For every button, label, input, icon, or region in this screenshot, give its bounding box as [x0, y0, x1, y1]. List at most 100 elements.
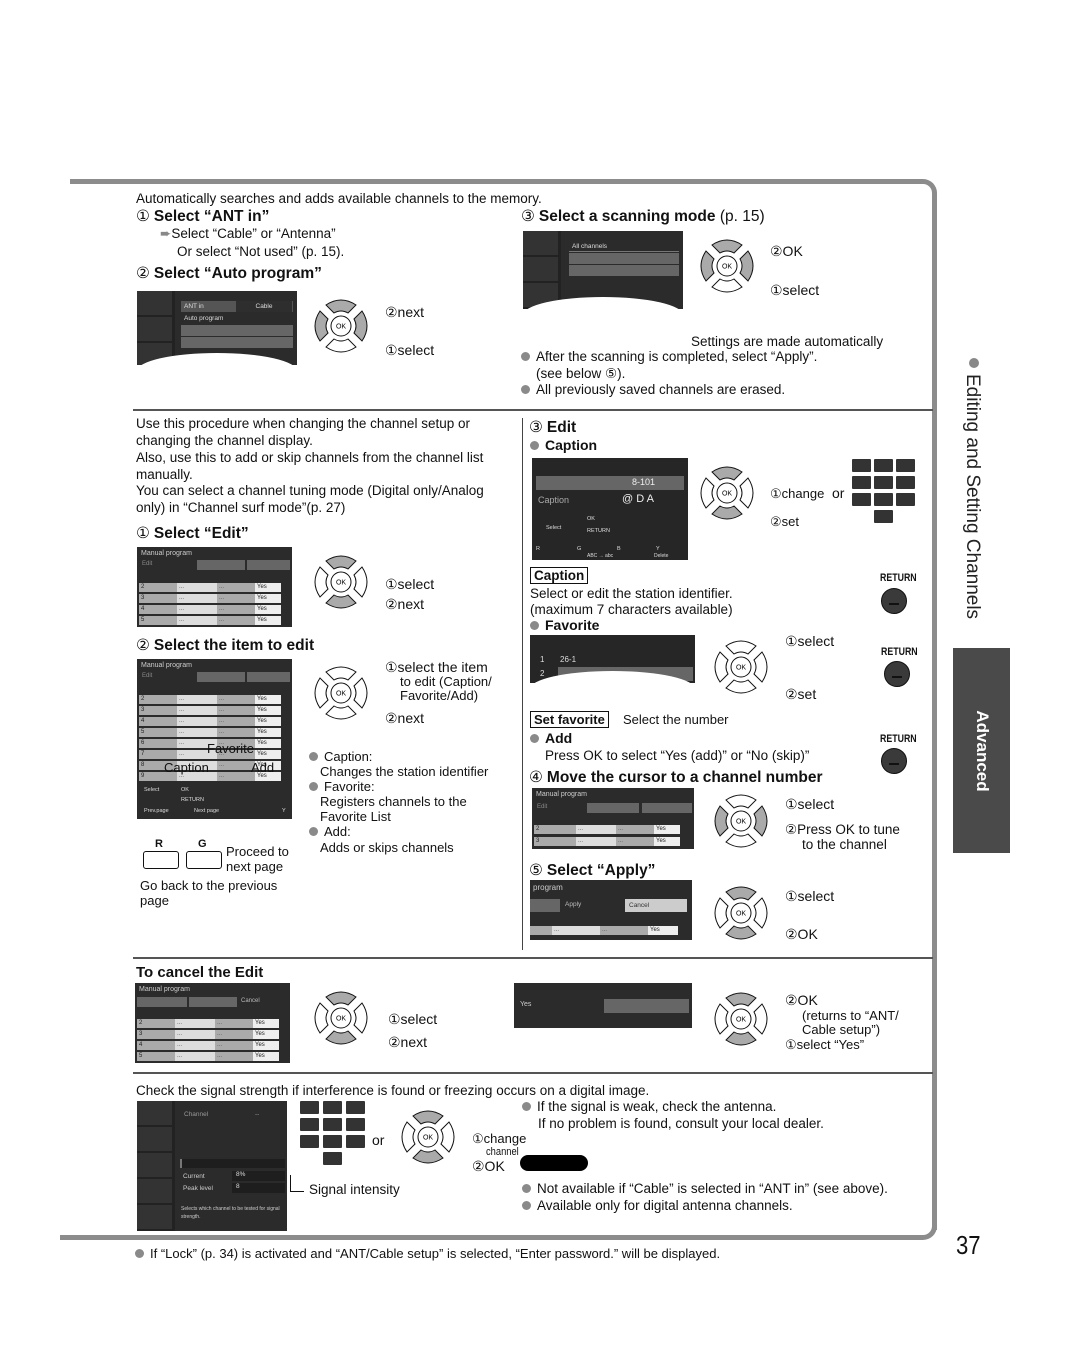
- remote-dpad: OK: [708, 634, 774, 700]
- frame-bottom-border: [60, 1235, 922, 1240]
- page-number: 37: [956, 1230, 981, 1260]
- table-row: 2...... Yes: [139, 695, 281, 704]
- tv-screen-confirm: Yes: [514, 983, 692, 1028]
- callout-ok: ②OK: [785, 992, 818, 1008]
- svg-text:OK: OK: [336, 1016, 346, 1023]
- svg-text:OK: OK: [736, 819, 746, 826]
- bullet-weak-signal: If the signal is weak, check the antenna…: [522, 1099, 776, 1115]
- favorite-heading: Favorite: [530, 617, 599, 633]
- callout-next: ②next: [388, 1034, 428, 1050]
- tv-screen-apply: program Apply Cancel ...... Yes: [530, 880, 692, 940]
- add-heading: Add: [530, 730, 572, 746]
- bullet-favorite: Favorite:: [309, 779, 375, 795]
- bullet-see-below: (see below ⑤).: [536, 366, 626, 381]
- svg-text:OK: OK: [736, 665, 746, 672]
- remote-dpad: OK: [395, 1104, 461, 1170]
- callout-next: ②next: [385, 304, 425, 320]
- svg-text:OK: OK: [736, 1017, 746, 1024]
- tv-screen-signal: Channel -- Current 8% Peak level 8 Selec…: [137, 1101, 287, 1231]
- bullet-erased: All previously saved channels are erased…: [521, 382, 785, 398]
- bullet-add-desc: Adds or skips channels: [320, 840, 454, 855]
- edit-intro-4: manually.: [136, 467, 193, 482]
- remote-dpad: OK: [308, 985, 374, 1051]
- set-favorite-desc: Select the number: [623, 712, 729, 727]
- red-button: [143, 851, 179, 869]
- callout-select: ①select: [385, 342, 435, 358]
- section-divider: [133, 957, 933, 959]
- signal-leader-line: [290, 1175, 304, 1192]
- bullet-add: Add:: [309, 824, 351, 840]
- step3-heading: ③ Select a scanning mode (p. 15): [521, 208, 765, 225]
- table-row: 3...... Yes: [139, 594, 281, 603]
- callout-channel: channel: [486, 1146, 519, 1158]
- callout-select: ①select: [785, 633, 835, 649]
- or-label: or: [372, 1132, 385, 1148]
- bullet-caption-desc: Changes the station identifier: [320, 764, 489, 779]
- column-divider: [522, 418, 523, 950]
- remote-dpad: OK: [308, 293, 374, 359]
- callout-change: ①change: [472, 1131, 527, 1146]
- edit-intro-6: only) in “Channel surf mode”(p. 27): [136, 500, 346, 515]
- caption-heading: Caption: [530, 437, 597, 453]
- edit-step3-heading: ③ Edit: [529, 419, 577, 436]
- bullet-caption: Caption:: [309, 749, 372, 765]
- remote-dpad: OK: [694, 460, 760, 526]
- edit-step2-heading: ② Select the item to edit: [136, 637, 315, 654]
- callout-select: ①select: [770, 282, 820, 298]
- table-row: 3...... Yes: [137, 1030, 279, 1039]
- caption-box-label: Caption: [530, 567, 589, 585]
- green-button-label: G: [198, 838, 207, 850]
- overlay-caption: Caption: [164, 760, 209, 775]
- return-button-icon: [881, 588, 907, 614]
- edit-intro-1: Use this procedure when changing the cha…: [136, 416, 470, 431]
- svg-text:OK: OK: [336, 580, 346, 587]
- auto-program-intro: Automatically searches and adds availabl…: [136, 191, 542, 206]
- callout-set: ②set: [785, 686, 817, 702]
- proceed-line1: Proceed to: [226, 844, 289, 859]
- advanced-tab: Advanced: [953, 648, 1010, 853]
- table-row: 4...... Yes: [139, 605, 281, 614]
- edit-step1-heading: ① Select “Edit”: [136, 525, 249, 542]
- numeric-keypad: [852, 459, 922, 525]
- callout-next: ②next: [385, 596, 425, 612]
- remote-dpad: OK: [708, 880, 774, 946]
- svg-text:OK: OK: [336, 324, 346, 331]
- return-button-icon: [884, 661, 910, 687]
- tv-screen-cancel: Manual program Cancel 2...... Yes 3......…: [135, 983, 290, 1063]
- table-row: 5...... Yes: [137, 1052, 279, 1061]
- callout-next: ②next: [385, 710, 425, 726]
- return-label: RETURN: [880, 733, 917, 745]
- tv-screen-favorite: 1 26-1 2: [530, 635, 695, 683]
- or-label: or: [832, 485, 845, 501]
- hidden-label-pill: [520, 1155, 588, 1171]
- svg-text:OK: OK: [722, 264, 732, 271]
- go-back-line1: Go back to the previous: [140, 878, 278, 893]
- table-row: ...... Yes: [530, 926, 678, 935]
- table-row: 2...... Yes: [139, 583, 281, 592]
- step2-heading: ② Select “Auto program”: [136, 265, 322, 282]
- caption-desc-2: (maximum 7 characters available): [530, 602, 733, 617]
- overlay-favorite: Favorite: [207, 741, 254, 756]
- step1-note: ➨Select “Cable” or “Antenna”: [160, 226, 336, 241]
- bullet-favorite-desc: Registers channels to the: [320, 794, 467, 809]
- frame-right-border: [932, 200, 937, 1230]
- bullet-favorite-desc2: Favorite List: [320, 809, 391, 824]
- set-favorite-label: Set favorite: [530, 711, 609, 729]
- callout-ok: ②OK: [472, 1158, 505, 1174]
- signal-intro: Check the signal strength if interferenc…: [136, 1083, 650, 1098]
- arrow-right-icon: ➨: [160, 226, 172, 241]
- edit-step5-heading: ⑤ Select “Apply”: [529, 862, 656, 879]
- red-button-label: R: [155, 838, 163, 850]
- section-divider: [133, 1072, 933, 1074]
- overlay-add: Add: [251, 760, 275, 775]
- frame-top-border: [70, 179, 922, 184]
- remote-dpad: OK: [708, 788, 774, 854]
- return-label: RETURN: [880, 572, 917, 584]
- tv-screen-select-edit: Manual program Edit 2...... Yes 3...... Ye…: [137, 547, 292, 627]
- table-row: 5...... Yes: [139, 728, 281, 737]
- callout-ok: ②OK: [785, 926, 818, 942]
- auto-note: Settings are made automatically: [691, 334, 884, 349]
- numeric-keypad: [300, 1101, 370, 1167]
- callout-cable-setup: Cable setup”): [802, 1022, 881, 1037]
- tv-screen-scanning-mode: All channels: [523, 231, 683, 309]
